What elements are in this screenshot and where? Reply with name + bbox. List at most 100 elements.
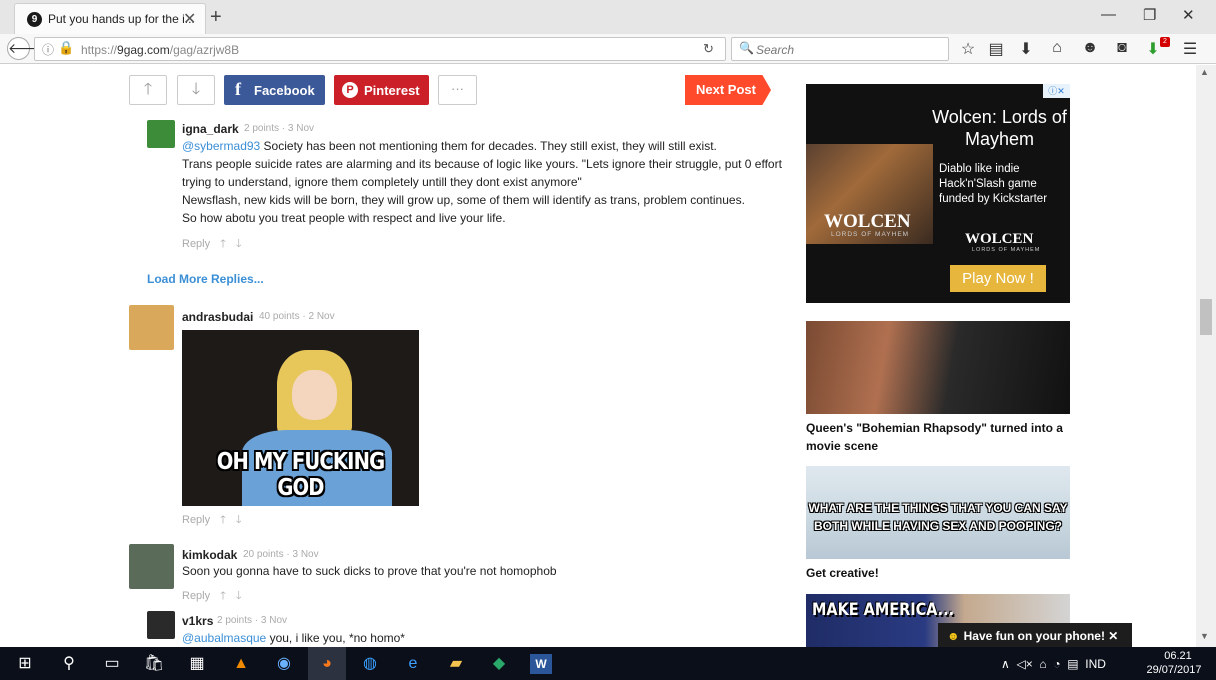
download-icon[interactable]: ⬇: [1016, 39, 1036, 59]
firefox-icon[interactable]: ◕: [316, 654, 338, 674]
thumbnail-caption: MAKE AMERICA...: [812, 600, 955, 620]
9gag-favicon-icon: 9: [27, 12, 42, 27]
pocket-icon[interactable]: ◙: [1112, 39, 1132, 57]
avatar[interactable]: [147, 611, 175, 639]
downvote-button[interactable]: 🡓: [177, 75, 215, 105]
volume-mute-icon[interactable]: ◁×: [1016, 657, 1032, 671]
reply-link[interactable]: Reply: [182, 590, 210, 602]
app-icon[interactable]: ◉: [273, 654, 295, 674]
comment-username[interactable]: v1krs: [182, 614, 213, 628]
sidebar-post-thumbnail[interactable]: WHAT ARE THE THINGS THAT YOU CAN SAY BOT…: [806, 466, 1070, 559]
browser-tab[interactable]: 9 Put you hands up for the i... ✕: [14, 3, 206, 34]
comment-username[interactable]: andrasbudai: [182, 310, 253, 324]
bookmark-star-icon[interactable]: ☆: [958, 39, 978, 59]
advertisement[interactable]: ⓘ✕ Wolcen: Lords of Mayhem Diablo like i…: [806, 84, 1070, 303]
url-bar[interactable]: ⓘ 🔒 https://9gag.com/gag/azrjw8B ↻: [34, 37, 726, 61]
comment-mention[interactable]: @aubalmasque: [182, 631, 266, 645]
comment-meta: 2 points · 3 Nov: [244, 123, 315, 134]
close-window-icon[interactable]: ✕: [1182, 6, 1195, 24]
minimize-icon[interactable]: —: [1101, 6, 1116, 23]
menu-icon[interactable]: ☰: [1180, 39, 1200, 59]
reload-icon[interactable]: ↻: [703, 41, 714, 57]
comment-image[interactable]: OH MY FUCKING GOD: [182, 330, 419, 506]
scrollbar[interactable]: ▲ ▼: [1196, 65, 1216, 647]
reply-link[interactable]: Reply: [182, 514, 210, 526]
new-tab-button[interactable]: +: [210, 6, 222, 29]
clock-date[interactable]: 29/07/2017: [1143, 664, 1205, 676]
tab-title: Put you hands up for the i...: [48, 12, 195, 26]
comment-username[interactable]: kimkodak: [182, 548, 237, 562]
word-icon[interactable]: W: [530, 654, 552, 674]
store-icon[interactable]: 🛍: [143, 654, 165, 674]
downvote-icon[interactable]: 🡓: [236, 514, 242, 526]
home-icon[interactable]: ⌂: [1047, 39, 1067, 57]
app-icon[interactable]: ▦: [186, 654, 208, 674]
reply-link[interactable]: Reply: [182, 238, 210, 250]
avatar[interactable]: [129, 305, 174, 350]
ad-title: Wolcen: Lords of Mayhem: [932, 107, 1067, 149]
comment-mention[interactable]: @sybermad93: [182, 139, 260, 153]
ad-choices-icon[interactable]: ⓘ✕: [1043, 84, 1070, 98]
url-text[interactable]: https://9gag.com/gag/azrjw8B: [81, 43, 239, 57]
clock-time[interactable]: 06.21: [1153, 650, 1203, 662]
ad-logo-sub: LORDS OF MAYHEM: [831, 231, 910, 238]
network-icon[interactable]: ⌂: [1039, 657, 1046, 671]
comment-username[interactable]: igna_dark: [182, 122, 239, 136]
search-bar[interactable]: 🔍 Search: [731, 37, 949, 61]
wifi-icon[interactable]: ◔: [1053, 657, 1060, 671]
restore-icon[interactable]: ❐: [1143, 6, 1156, 24]
edge-icon[interactable]: e: [402, 654, 424, 674]
file-explorer-icon[interactable]: ▰: [445, 654, 467, 674]
url-host: 9gag.com: [117, 43, 170, 57]
upvote-button[interactable]: 🡑: [129, 75, 167, 105]
windows-start-icon[interactable]: ⊞: [14, 654, 36, 674]
sidebar-post-title[interactable]: Get creative!: [806, 564, 1074, 582]
facebook-share-button[interactable]: f Facebook: [224, 75, 325, 105]
back-button[interactable]: 🡐: [7, 37, 46, 60]
downvote-icon[interactable]: 🡓: [236, 590, 242, 602]
ad-logo: WOLCEN: [965, 231, 1034, 247]
reading-list-icon[interactable]: ▤: [986, 39, 1006, 59]
toast-text[interactable]: Have fun on your phone! ✕: [964, 629, 1119, 643]
load-more-replies[interactable]: Load More Replies...: [147, 272, 264, 286]
pinterest-icon: P: [342, 82, 358, 98]
upvote-icon[interactable]: 🡑: [220, 590, 226, 602]
task-view-icon[interactable]: ▭: [101, 654, 123, 674]
sidebar-post-title[interactable]: Queen's "Bohemian Rhapsody" turned into …: [806, 419, 1074, 455]
language-indicator[interactable]: IND: [1085, 657, 1106, 671]
comment-line: Newsflash, new kids will be born, they w…: [182, 193, 745, 207]
next-post-button[interactable]: Next Post: [685, 75, 771, 105]
avatar[interactable]: [147, 120, 175, 148]
downvote-icon[interactable]: 🡓: [236, 238, 242, 250]
app-promo-toast[interactable]: ☻ Have fun on your phone! ✕: [938, 623, 1132, 647]
upvote-icon[interactable]: 🡑: [220, 514, 226, 526]
facebook-icon: f: [235, 79, 241, 99]
tab-close-icon[interactable]: ✕: [183, 9, 196, 29]
info-icon[interactable]: ⓘ: [42, 41, 54, 58]
pinterest-share-button[interactable]: P Pinterest: [334, 75, 429, 105]
notification-icon[interactable]: ▤: [1067, 657, 1078, 671]
sidebar-post-thumbnail[interactable]: [806, 321, 1070, 414]
lock-warning-icon[interactable]: 🔒: [58, 40, 74, 56]
windows-taskbar: ⊞ ⚲ ▭ 🛍 ▦ ▲ ◉ ◕ ◍ e ▰ ◆ W ∧ ◁× ⌂ ◔ ▤ IND…: [0, 647, 1216, 680]
scroll-thumb[interactable]: [1200, 299, 1212, 335]
browser-icon[interactable]: ◍: [359, 654, 381, 674]
comment-meta: 40 points · 2 Nov: [259, 311, 335, 322]
comment-line: trying to understand, ignore them comple…: [182, 175, 582, 189]
comment-actions: Reply 🡑 🡓: [182, 511, 252, 530]
chat-icon[interactable]: ☻: [1080, 39, 1100, 57]
vlc-icon[interactable]: ▲: [230, 654, 252, 674]
avatar[interactable]: [129, 544, 174, 589]
ad-logo: WOLCEN: [824, 211, 911, 232]
ad-logo-sub: LORDS OF MAYHEM: [972, 247, 1041, 253]
extension-badge: 2: [1160, 37, 1170, 47]
ad-play-now-button[interactable]: Play Now !: [950, 265, 1046, 292]
more-share-button[interactable]: ···: [438, 75, 477, 105]
scroll-up-icon[interactable]: ▲: [1200, 67, 1209, 77]
tray-chevron-icon[interactable]: ∧: [1001, 657, 1010, 671]
system-tray[interactable]: ∧ ◁× ⌂ ◔ ▤ IND: [1001, 657, 1106, 671]
upvote-icon[interactable]: 🡑: [220, 238, 226, 250]
scroll-down-icon[interactable]: ▼: [1200, 631, 1209, 641]
search-icon[interactable]: ⚲: [58, 654, 80, 674]
app-icon[interactable]: ◆: [488, 654, 510, 674]
